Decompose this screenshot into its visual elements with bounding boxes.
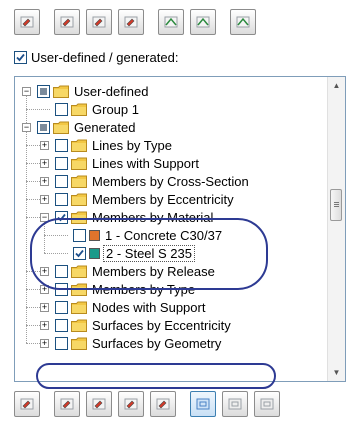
deselect-button[interactable]	[86, 9, 112, 35]
tree-item-checkbox[interactable]	[37, 84, 50, 98]
select-button[interactable]	[54, 9, 80, 35]
tree-item[interactable]: + Members by Cross-Section	[38, 172, 251, 190]
folder-icon	[71, 175, 87, 188]
top-toolbar	[14, 6, 262, 38]
apply-icon	[235, 14, 251, 30]
edit-group-button[interactable]	[86, 391, 112, 417]
invert-selection-icon	[123, 14, 139, 30]
tree-item-checkbox[interactable]	[55, 300, 68, 314]
filter-button[interactable]	[158, 9, 184, 35]
folder-icon	[71, 139, 87, 152]
apply-button[interactable]	[230, 9, 256, 35]
tree-item-checkbox[interactable]	[55, 192, 68, 206]
collapse-icon[interactable]: −	[22, 86, 31, 96]
tree-item-label: Surfaces by Geometry	[92, 335, 222, 351]
copy-group-icon	[155, 396, 171, 412]
folder-icon	[53, 121, 69, 134]
show-selected-icon	[227, 396, 243, 412]
collapse-icon[interactable]: −	[22, 122, 31, 132]
delete-group-icon	[123, 396, 139, 412]
tree-item-checkbox[interactable]	[55, 336, 68, 350]
tree-item-label: Surfaces by Eccentricity	[92, 317, 231, 333]
tree-item-checkbox[interactable]	[55, 102, 68, 116]
tree-item[interactable]: + Lines with Support	[38, 154, 201, 172]
tree-item[interactable]: + Lines by Type	[38, 136, 174, 154]
tree-item[interactable]: + Members by Eccentricity	[38, 190, 236, 208]
expand-icon[interactable]: +	[40, 140, 49, 150]
filter-icon	[163, 14, 179, 30]
tree-item-checkbox[interactable]	[37, 120, 50, 134]
tree-item-label: Lines with Support	[92, 155, 199, 171]
delete-group-button[interactable]	[118, 391, 144, 417]
new-group-button[interactable]	[54, 391, 80, 417]
tree-item[interactable]: − User-defined	[20, 82, 150, 100]
bottom-toolbar	[14, 388, 286, 420]
tree-item-label: Members by Eccentricity	[92, 191, 234, 207]
tree-item-checkbox[interactable]	[55, 138, 68, 152]
user-defined-generated-label: User-defined / generated:	[31, 49, 179, 65]
filter-remove-icon	[195, 14, 211, 30]
copy-group-button[interactable]	[150, 391, 176, 417]
invert-selection-button[interactable]	[118, 9, 144, 35]
expand-icon[interactable]: +	[40, 194, 49, 204]
scroll-up-icon[interactable]: ▲	[328, 77, 345, 94]
tree-item-label: User-defined	[74, 83, 149, 99]
expand-icon[interactable]: +	[40, 338, 49, 348]
folder-icon	[71, 301, 87, 314]
expand-icon[interactable]: +	[40, 302, 49, 312]
scroll-down-icon[interactable]: ▼	[328, 364, 345, 381]
highlight-ellipse-surfaces-by-geometry	[36, 363, 276, 389]
tree-item-checkbox[interactable]	[55, 318, 68, 332]
edit-group-icon	[91, 396, 107, 412]
expand-icon[interactable]: +	[40, 320, 49, 330]
edit-selection-icon	[19, 396, 35, 412]
select-icon	[59, 14, 75, 30]
folder-icon	[71, 103, 87, 116]
tree-item-label: Lines by Type	[92, 137, 172, 153]
scrollbar-thumb[interactable]	[330, 189, 342, 221]
folder-icon	[71, 337, 87, 350]
hide-selected-button[interactable]	[254, 391, 280, 417]
tree-item[interactable]: Group 1	[38, 100, 141, 118]
tree-item[interactable]: + Surfaces by Eccentricity	[38, 316, 233, 334]
tree-item[interactable]: − Generated	[20, 118, 137, 136]
tree-item-label: Members by Cross-Section	[92, 173, 249, 189]
expand-icon[interactable]: +	[40, 176, 49, 186]
deselect-icon	[91, 14, 107, 30]
tree-scrollbar[interactable]: ▲ ▼	[327, 77, 345, 381]
tree-item-checkbox[interactable]	[55, 174, 68, 188]
tree-item[interactable]: + Surfaces by Geometry	[38, 334, 223, 352]
tree-item-checkbox[interactable]	[55, 156, 68, 170]
folder-icon	[71, 319, 87, 332]
edit-selection-button[interactable]	[14, 391, 40, 417]
folder-icon	[71, 193, 87, 206]
user-defined-generated-checkbox[interactable]	[14, 50, 27, 64]
show-all-button[interactable]	[190, 391, 216, 417]
user-defined-generated-row[interactable]: User-defined / generated:	[14, 48, 178, 66]
select-all-button[interactable]	[14, 9, 40, 35]
tree-item-label: Nodes with Support	[92, 299, 206, 315]
highlight-ellipse-members-by-material	[30, 218, 268, 290]
tree-item-label: Group 1	[92, 101, 139, 117]
tree-item[interactable]: + Nodes with Support	[38, 298, 207, 316]
folder-icon	[53, 85, 69, 98]
expand-icon[interactable]: +	[40, 158, 49, 168]
folder-icon	[71, 157, 87, 170]
tree-item-label: Generated	[74, 119, 136, 135]
filter-remove-button[interactable]	[190, 9, 216, 35]
show-all-icon	[195, 396, 211, 412]
new-group-icon	[59, 396, 75, 412]
select-all-icon	[19, 14, 35, 30]
hide-selected-icon	[259, 396, 275, 412]
show-selected-button[interactable]	[222, 391, 248, 417]
